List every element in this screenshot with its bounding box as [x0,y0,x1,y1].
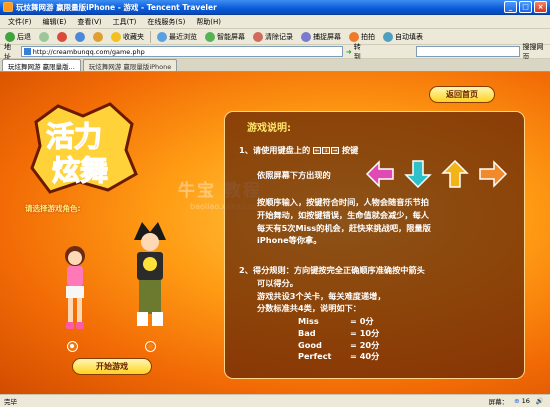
forward-arrow-icon [39,31,49,42]
tab-game[interactable]: 玩炫舞网游 赢限量版iPhone [82,59,178,71]
zoom-control[interactable]: ⊕ 16 [514,397,530,405]
status-bar: 完毕 屏幕： ⊕ 16 🔊 [0,394,550,407]
paipai-icon [349,31,359,42]
start-game-button[interactable]: 开始游戏 [72,358,152,375]
instruction-line-1: 1、请使用键盘上的 ← ↓ → 按键 [239,145,359,155]
game-logo: 活力 炫舞 [30,102,138,194]
home-icon [93,31,103,42]
score-row: Good = 20分 [298,339,380,350]
maximize-button[interactable]: □ [519,1,532,13]
menu-edit[interactable]: 编辑(E) [43,17,67,27]
menu-file[interactable]: 文件(F) [8,17,32,27]
autofill-button[interactable]: 自动填表 [380,30,426,44]
recent-button[interactable]: 最近浏览 [154,30,200,44]
back-arrow-icon [5,31,15,42]
game-page: 活力 炫舞 请选择游戏角色: 开始游戏 返回首页 牛宝 教程 baoliao.x… [0,72,550,394]
url-input[interactable]: http://creambunqq.com/game.php [20,46,343,57]
smart-screen-button[interactable]: 智能屏幕 [202,30,248,44]
window-title: 玩炫舞网游 赢限量版iPhone - 游戏 - Tencent Traveler [16,2,217,12]
toolbar-divider [150,30,151,43]
instruction-line-2: 依照屏幕下方出现的 [257,170,331,180]
instruction-para-2: 2、得分规则：方向键按完全正确顺序准确按中箭头 可以得分。 游戏共设3个关卡，每… [239,265,425,314]
instructions-title: 游戏说明: [247,123,291,134]
stop-button[interactable] [54,30,70,44]
form-icon [383,31,393,42]
down-arrow-icon [404,160,432,189]
address-bar: 地址 http://creambunqq.com/game.php ➜ 转到 搜搜… [0,43,550,61]
logo-text-top: 活力 [46,120,102,153]
up-arrow-icon [441,159,469,188]
menu-help[interactable]: 帮助(H) [196,17,221,27]
star-icon [111,31,121,42]
favorites-button[interactable]: 收藏夹 [108,30,147,44]
zoom-icon: ⊕ [514,397,520,405]
score-row: Bad = 10分 [298,327,380,338]
score-table: Miss = 0分 Bad = 10分 Good = 20分 Perfect = 40分 [298,316,379,363]
screen-label: 屏幕： [488,398,509,406]
screen-icon [205,31,215,42]
left-arrow-icon [365,160,394,188]
volume-icon[interactable]: 🔊 [536,397,544,405]
clock-icon [157,31,167,42]
choose-role-label: 请选择游戏角色: [25,204,81,213]
back-home-button[interactable]: 返回首页 [429,86,495,103]
female-character[interactable] [54,242,96,334]
app-icon [3,2,13,12]
right-arrow-icon [479,160,508,188]
menu-tools[interactable]: 工具(T) [113,17,137,27]
title-bar: 玩炫舞网游 赢限量版iPhone - 游戏 - Tencent Traveler… [0,0,550,15]
score-row: Miss = 0分 [298,316,374,326]
forward-button[interactable] [36,30,52,44]
menu-online[interactable]: 在线服务(S) [147,17,185,27]
female-role-radio[interactable] [67,341,78,352]
camera-icon [301,31,311,42]
status-text: 完毕 [4,398,17,406]
url-text: http://creambunqq.com/game.php [32,47,145,56]
tab-bar: 玩炫舞网游 赢限量版... 玩炫舞网游 赢限量版iPhone [0,59,550,72]
clear-history-button[interactable]: 清除记录 [250,30,296,44]
home-button[interactable] [90,30,106,44]
go-arrow-icon: ➜ [345,47,352,56]
refresh-button[interactable] [72,30,88,44]
menu-bar: 文件(F) 编辑(E) 查看(V) 工具(T) 在线服务(S) 帮助(H) [0,15,550,29]
search-input[interactable] [416,46,520,57]
menu-view[interactable]: 查看(V) [77,17,101,27]
page-icon [23,48,31,55]
arrow-keys-icon: ← ↓ → [313,147,340,154]
male-character[interactable] [124,220,176,336]
minimize-button[interactable]: _ [504,1,517,13]
logo-text-bottom: 炫舞 [52,154,108,187]
close-button[interactable]: × [534,1,547,13]
tab-game-active[interactable]: 玩炫舞网游 赢限量版... [2,59,81,71]
stop-icon [57,31,67,42]
capture-screen-button[interactable]: 捕捉屏幕 [298,30,344,44]
male-role-radio[interactable] [145,341,156,352]
instruction-para-1: 按顺序输入，按键符合时间，人物会随音乐节拍 开始舞动，如按键错误，生命值就会减少… [257,197,431,246]
refresh-icon [75,31,85,42]
toolbar: 后退 收藏夹 最近浏览 智能屏幕 清除记录 捕捉屏幕 拍拍 自动填表 [0,29,550,45]
instructions-panel: 游戏说明: 1、请使用键盘上的 ← ↓ → 按键 依照屏幕下方出现的 按顺序输入，按… [224,111,525,379]
score-row: Perfect = 40分 [298,351,380,362]
eraser-icon [253,31,263,42]
